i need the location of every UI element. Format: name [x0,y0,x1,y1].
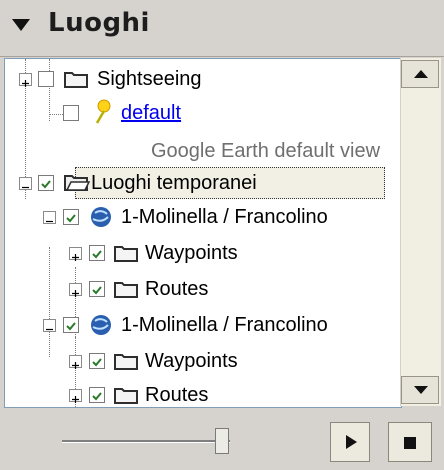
stop-icon [404,437,416,449]
visibility-checkbox[interactable] [38,71,54,87]
tree-item-label[interactable]: Waypoints [145,349,238,373]
folder-icon [64,72,88,88]
opacity-slider-track[interactable] [62,440,230,443]
collapse-minus-icon[interactable] [19,177,32,190]
expand-plus-icon[interactable] [69,283,82,297]
arrow-down-icon [414,386,428,394]
tree-item-label[interactable]: Routes [145,277,208,301]
folder-icon [114,246,138,262]
tree-item-label[interactable]: 1-Molinella / Francolino [121,313,328,337]
tree-item-label[interactable]: Waypoints [145,241,238,265]
globe-icon [91,207,111,227]
visibility-checkbox[interactable] [63,105,79,121]
tree-guide-line [49,114,63,115]
tree-guide-line [49,59,50,121]
tree-item-label[interactable]: Luoghi temporanei [91,171,257,195]
expand-plus-icon[interactable] [69,247,82,261]
expand-plus-icon[interactable] [69,355,82,369]
folder-icon [114,282,138,298]
tree-item-label[interactable]: Routes [145,383,208,407]
tree-guide-line [49,247,50,357]
visibility-checkbox-checked[interactable] [38,175,54,191]
triangle-down-icon[interactable] [10,14,32,36]
panel-title: Luoghi [48,8,150,38]
visibility-checkbox-checked[interactable] [63,317,79,333]
visibility-checkbox-checked[interactable] [89,281,105,297]
tree-item-label[interactable]: Sightseeing [97,67,202,91]
folder-icon [114,388,138,404]
places-panel-header[interactable]: Luoghi [0,0,444,57]
stop-button[interactable] [388,422,432,462]
play-button[interactable] [330,422,370,462]
folder-open-icon [64,175,91,191]
places-tree[interactable]: Sightseeing default Google Earth default… [4,58,402,408]
expand-plus-icon[interactable] [19,73,32,87]
pushpin-icon [95,99,111,124]
visibility-checkbox-checked[interactable] [89,245,105,261]
opacity-slider-thumb[interactable] [214,428,229,454]
tree-scrollbar[interactable] [400,58,441,406]
scroll-up-button[interactable] [401,60,439,88]
play-icon [346,435,357,449]
globe-icon [91,315,111,335]
visibility-checkbox-checked[interactable] [89,353,105,369]
scroll-down-button[interactable] [401,376,439,404]
folder-icon [114,354,138,370]
arrow-up-icon [414,70,428,78]
expand-plus-icon[interactable] [69,389,82,403]
placemark-link[interactable]: default [121,101,181,125]
collapse-minus-icon[interactable] [43,319,56,332]
visibility-checkbox-checked[interactable] [89,387,105,403]
placemark-description: Google Earth default view [151,140,381,162]
collapse-minus-icon[interactable] [43,211,56,224]
visibility-checkbox-checked[interactable] [63,209,79,225]
tree-item-label[interactable]: 1-Molinella / Francolino [121,205,328,229]
